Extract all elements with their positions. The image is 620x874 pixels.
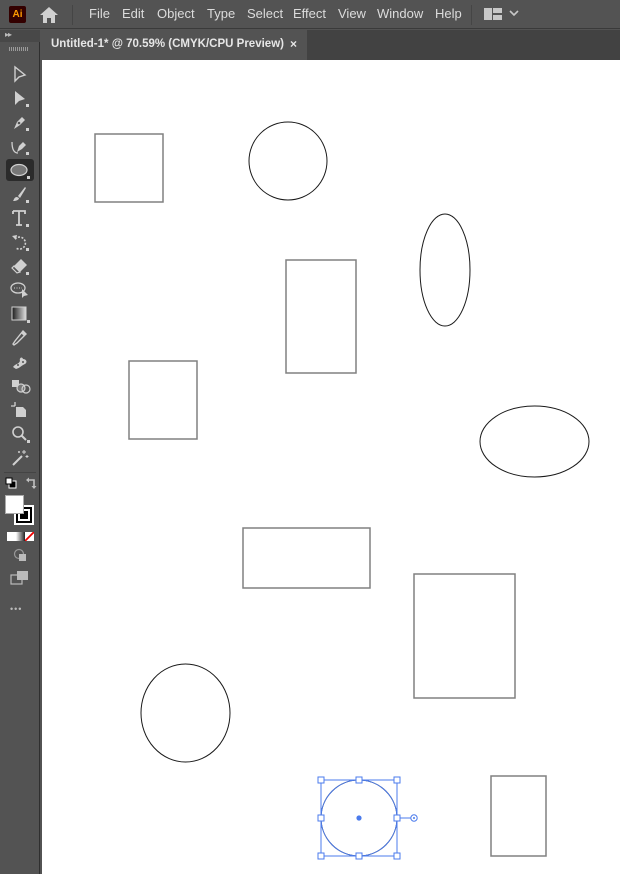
rectangle-4[interactable] (242, 527, 371, 589)
resize-handle[interactable] (355, 852, 363, 860)
ellipse-wide[interactable] (479, 405, 590, 478)
menu-help[interactable]: Help (435, 6, 462, 21)
zoom-tool[interactable] (6, 423, 34, 445)
eyedropper-icon (12, 329, 27, 346)
menu-separator (471, 5, 472, 25)
color-mode-button[interactable] (7, 532, 16, 541)
document-tab-title: Untitled-1* @ 70.59% (CMYK/CPU Preview) (51, 38, 284, 50)
fill-swatch[interactable] (5, 495, 24, 514)
menu-object[interactable]: Object (157, 6, 195, 21)
eraser-tool[interactable] (6, 255, 34, 277)
resize-handle[interactable] (317, 852, 325, 860)
ellipse-tool[interactable] (6, 159, 34, 181)
resize-handle[interactable] (393, 776, 401, 784)
menu-window[interactable]: Window (377, 6, 423, 21)
workspace-switcher-icon[interactable] (484, 8, 502, 20)
gradient-tool[interactable] (6, 303, 34, 325)
shape-builder-icon (12, 380, 31, 394)
rectangle-3[interactable] (128, 360, 198, 440)
swap-fill-stroke-icon[interactable] (25, 477, 37, 489)
magic-wand-icon (12, 450, 29, 466)
artboard-icon (11, 402, 26, 417)
more-tools-icon[interactable]: ••• (10, 604, 22, 614)
resize-handle[interactable] (393, 814, 401, 822)
curvature-pen-icon (11, 141, 29, 155)
tools-panel: ▸▸ ••• (0, 30, 40, 874)
menu-separator (72, 5, 73, 25)
collapse-panel-icon[interactable]: ▸▸ (5, 30, 12, 39)
curvature-tool[interactable] (6, 135, 34, 157)
ellipse-icon (10, 163, 30, 179)
type-tool[interactable] (6, 207, 34, 229)
menu-edit[interactable]: Edit (122, 6, 144, 21)
selection-arrow-icon (14, 65, 27, 83)
lasso-icon (10, 282, 28, 298)
paintbrush-tool[interactable] (6, 183, 34, 205)
menu-effect[interactable]: Effect (293, 6, 326, 21)
home-icon[interactable] (38, 5, 60, 25)
toolbar-divider (4, 472, 36, 473)
selection-tool[interactable] (6, 63, 34, 85)
menu-bar: Ai File Edit Object Type Select Effect V… (0, 0, 620, 29)
artboard-canvas[interactable] (42, 60, 620, 874)
document-tab-bar: Untitled-1* @ 70.59% (CMYK/CPU Preview) … (42, 30, 620, 60)
rotate-icon (12, 235, 29, 251)
menu-type[interactable]: Type (207, 6, 235, 21)
rectangle-1[interactable] (94, 133, 164, 203)
puppet-warp-icon (13, 357, 27, 369)
direct-selection-arrow-icon (15, 91, 29, 107)
lasso-tool[interactable] (6, 279, 34, 301)
gradient-mode-button[interactable] (16, 532, 25, 541)
circle-1[interactable] (248, 121, 328, 201)
none-mode-button[interactable] (25, 532, 34, 541)
pie-widget-dot (413, 817, 415, 819)
toolbar-header: ▸▸ (0, 30, 40, 42)
puppet-warp-tool[interactable] (6, 351, 34, 373)
draw-mode-icon[interactable] (13, 548, 27, 562)
rectangle-2[interactable] (285, 259, 357, 374)
close-icon[interactable]: × (290, 37, 297, 51)
menu-select[interactable]: Select (247, 6, 283, 21)
center-point[interactable] (356, 815, 362, 821)
eyedropper-tool[interactable] (6, 327, 34, 349)
rotate-tool[interactable] (6, 231, 34, 253)
pen-icon (14, 117, 29, 131)
document-tab[interactable]: Untitled-1* @ 70.59% (CMYK/CPU Preview) … (42, 30, 307, 60)
ellipse-tall[interactable] (419, 213, 471, 327)
artwork (94, 121, 590, 860)
resize-handle[interactable] (317, 776, 325, 784)
magnifier-icon (12, 426, 30, 443)
paintbrush-icon (13, 187, 29, 203)
pen-tool[interactable] (6, 111, 34, 133)
screen-mode-icon[interactable] (10, 570, 30, 586)
type-t-icon (12, 210, 29, 227)
ellipse-3[interactable] (140, 663, 231, 763)
resize-handle[interactable] (355, 776, 363, 784)
direct-selection-tool[interactable] (6, 87, 34, 109)
magic-wand-tool[interactable] (6, 447, 34, 469)
eraser-icon (11, 259, 29, 275)
illustrator-logo: Ai (9, 6, 26, 23)
artboard-tool[interactable] (6, 399, 34, 421)
resize-handle[interactable] (317, 814, 325, 822)
chevron-down-icon[interactable] (509, 9, 519, 17)
rectangle-5[interactable] (413, 573, 516, 699)
gradient-icon (11, 306, 30, 323)
resize-handle[interactable] (393, 852, 401, 860)
shape-builder-tool[interactable] (6, 375, 34, 397)
rectangle-6[interactable] (490, 775, 547, 857)
menu-view[interactable]: View (338, 6, 366, 21)
default-fill-stroke-icon[interactable] (5, 477, 17, 489)
menu-file[interactable]: File (89, 6, 110, 21)
panel-grip-handle[interactable] (9, 47, 29, 51)
